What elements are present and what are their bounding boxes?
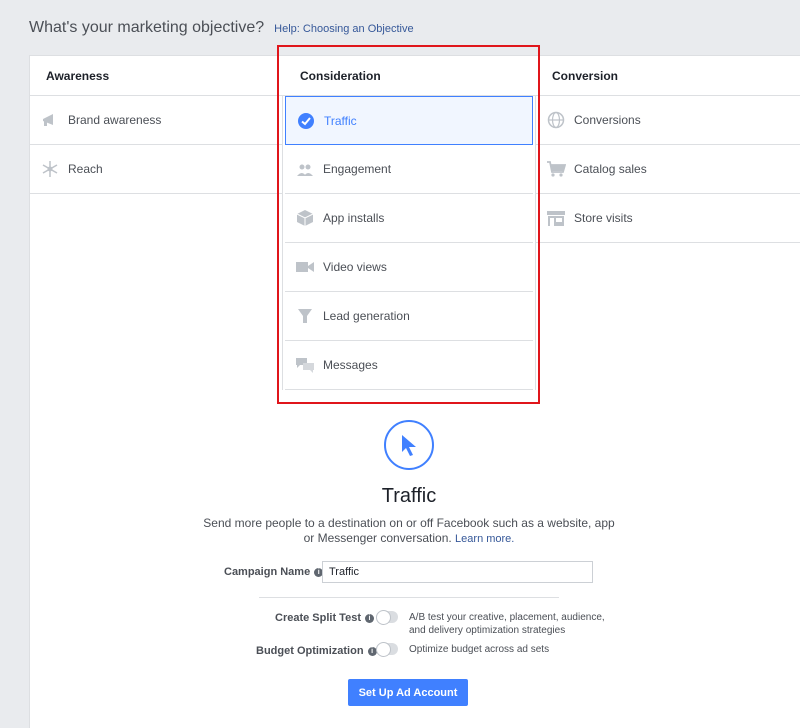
cart-icon: [546, 159, 566, 179]
objective-traffic[interactable]: Traffic: [285, 96, 533, 145]
learn-more-link[interactable]: Learn more.: [455, 533, 514, 545]
objective-label: Messages: [323, 358, 378, 372]
video-camera-icon: [295, 257, 315, 277]
people-icon: [295, 159, 315, 179]
campaign-name-label: Campaign Name i: [224, 566, 324, 578]
budget-optimization-toggle[interactable]: [376, 642, 398, 657]
store-icon: [546, 208, 566, 228]
campaign-name-input[interactable]: [322, 561, 593, 583]
set-up-ad-account-button[interactable]: Set Up Ad Account: [348, 679, 468, 706]
info-icon[interactable]: i: [365, 613, 374, 623]
objective-label: Store visits: [574, 211, 633, 225]
reach-icon: [40, 159, 60, 179]
consideration-heading: Consideration: [282, 56, 536, 96]
objective-store-visits[interactable]: Store visits: [536, 194, 800, 243]
globe-icon: [546, 110, 566, 130]
objective-label: Brand awareness: [68, 113, 162, 127]
objective-reach[interactable]: Reach: [30, 145, 282, 194]
help-link[interactable]: Help: Choosing an Objective: [274, 23, 413, 35]
megaphone-icon: [40, 110, 60, 130]
budget-optimization-label: Budget Optimization i: [256, 645, 377, 657]
objective-description: Send more people to a destination on or …: [200, 516, 618, 547]
objective-label: App installs: [323, 211, 385, 225]
description-text: Send more people to a destination on or …: [203, 516, 615, 545]
objective-lead-generation[interactable]: Lead generation: [285, 292, 533, 341]
page-title: What's your marketing objective?: [29, 19, 265, 36]
awareness-heading: Awareness: [30, 56, 282, 96]
check-circle-icon: [296, 111, 316, 131]
objective-engagement[interactable]: Engagement: [285, 145, 533, 194]
budget-optimization-description: Optimize budget across ad sets: [409, 644, 550, 655]
objective-messages[interactable]: Messages: [285, 341, 533, 390]
funnel-icon: [295, 306, 315, 326]
divider: [259, 597, 559, 598]
box-icon: [295, 208, 315, 228]
objective-conversions[interactable]: Conversions: [536, 96, 800, 145]
objective-video-views[interactable]: Video views: [285, 243, 533, 292]
budget-text-row: Optimize budget across ad sets: [409, 643, 549, 656]
objective-label: Conversions: [574, 113, 641, 127]
split-test-text-row: A/B test your creative, placement, audie…: [409, 611, 619, 637]
awareness-column: Awareness Brand awareness Reach: [30, 56, 282, 194]
chat-bubbles-icon: [295, 355, 315, 375]
objective-label: Reach: [68, 162, 103, 176]
objective-label: Engagement: [323, 162, 392, 176]
cursor-icon: [384, 420, 434, 470]
objective-app-installs[interactable]: App installs: [285, 194, 533, 243]
split-test-label-row: Create Split Test i: [275, 612, 374, 624]
objective-catalog-sales[interactable]: Catalog sales: [536, 145, 800, 194]
split-test-toggle-row: [376, 610, 398, 625]
header: What's your marketing objective? Help: C…: [29, 19, 414, 37]
objective-label: Video views: [323, 260, 387, 274]
split-test-label: Create Split Test i: [275, 612, 374, 624]
objective-label: Traffic: [324, 113, 357, 128]
objective-brand-awareness[interactable]: Brand awareness: [30, 96, 282, 145]
budget-toggle-row: [376, 642, 398, 657]
conversion-heading: Conversion: [536, 56, 800, 96]
campaign-name-row: Campaign Name i: [224, 566, 324, 578]
objective-label: Lead generation: [323, 309, 410, 323]
budget-label-row: Budget Optimization i: [256, 645, 377, 657]
conversion-column: Conversion Conversions Catalog sales Sto…: [536, 56, 800, 243]
split-test-description: A/B test your creative, placement, audie…: [409, 612, 605, 636]
consideration-column: Consideration Traffic Engagement App ins…: [282, 56, 536, 390]
split-test-toggle[interactable]: [376, 610, 398, 625]
objective-label: Catalog sales: [574, 162, 647, 176]
objective-title: Traffic: [381, 485, 437, 507]
